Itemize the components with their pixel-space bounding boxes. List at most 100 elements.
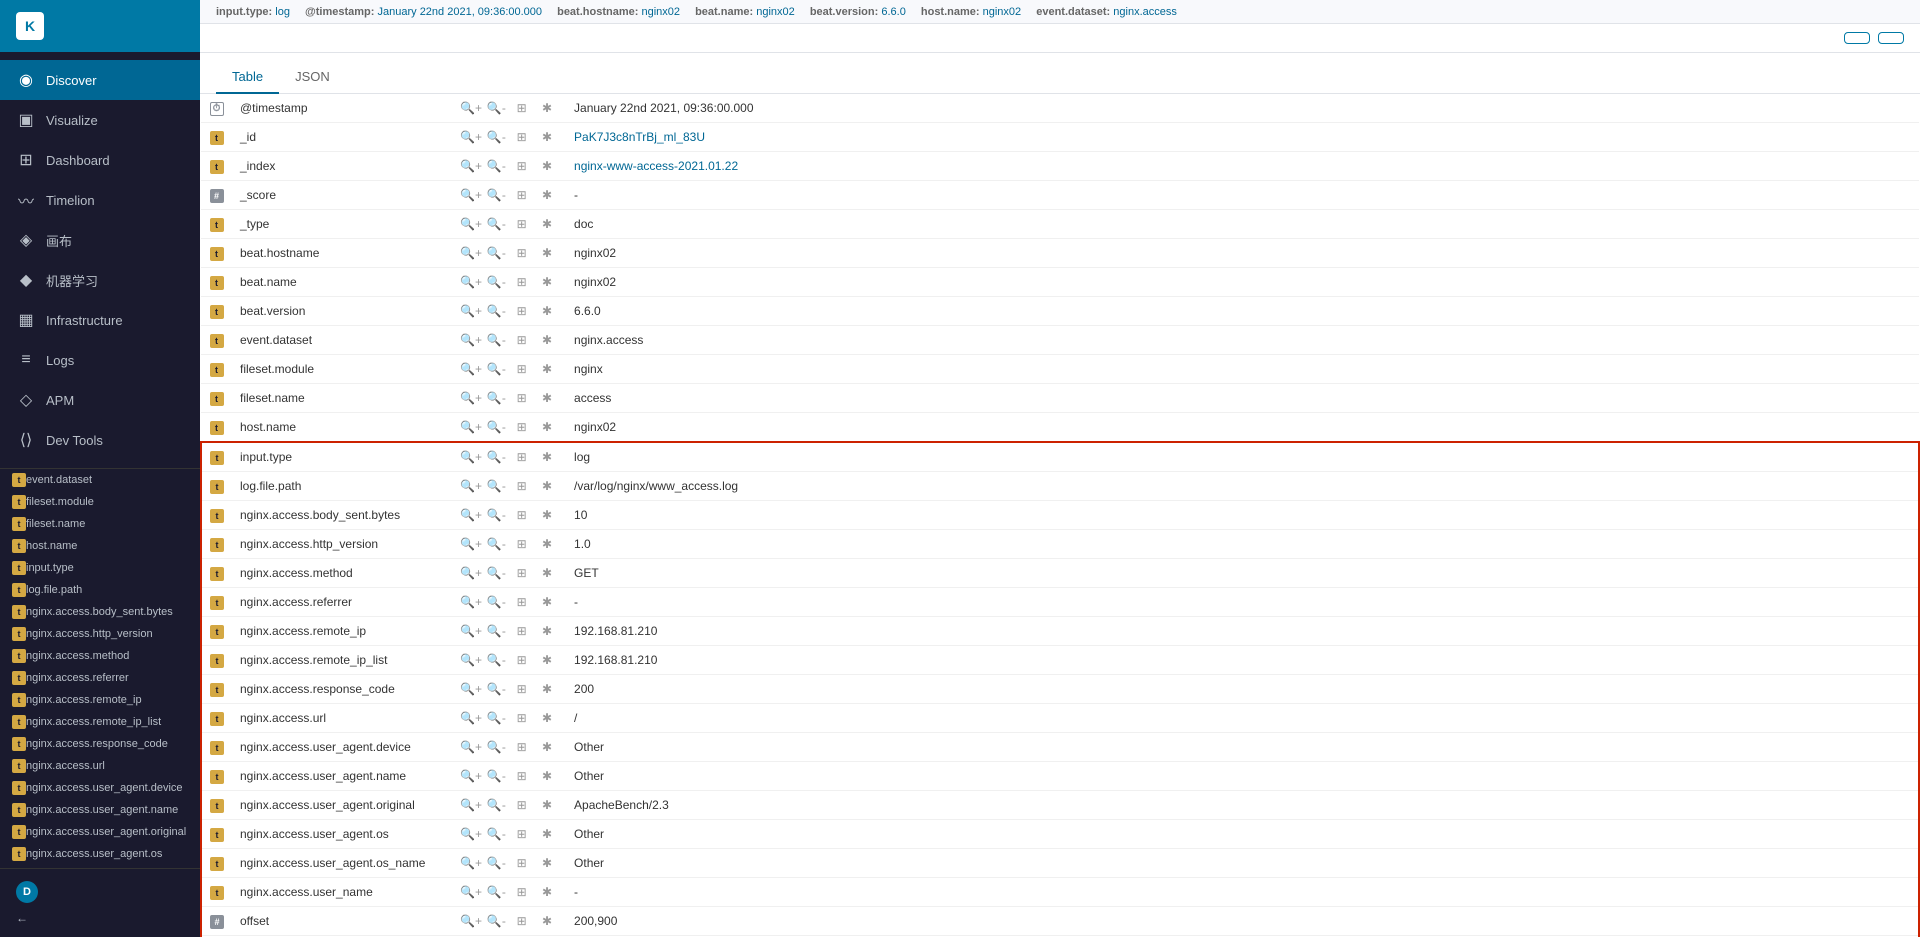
toggle-column-icon[interactable]: ⊞ [513,360,531,378]
sidebar-field-fileset-module[interactable]: tfileset.module [0,491,200,513]
magnify-minus-icon[interactable]: 🔍- [487,331,505,349]
magnify-minus-icon[interactable]: 🔍- [487,448,505,466]
filter-exists-icon[interactable]: ✱ [538,128,556,146]
magnify-plus-icon[interactable]: 🔍+ [462,506,480,524]
toggle-column-icon[interactable]: ⊞ [513,796,531,814]
toggle-column-icon[interactable]: ⊞ [513,273,531,291]
toggle-column-icon[interactable]: ⊞ [513,622,531,640]
magnify-plus-icon[interactable]: 🔍+ [462,302,480,320]
sidebar-item-infra[interactable]: ▦Infrastructure [0,300,200,340]
magnify-minus-icon[interactable]: 🔍- [487,767,505,785]
filter-exists-icon[interactable]: ✱ [538,331,556,349]
view-surrounding-button[interactable] [1844,32,1870,44]
magnify-minus-icon[interactable]: 🔍- [487,215,505,233]
toggle-column-icon[interactable]: ⊞ [513,157,531,175]
filter-exists-icon[interactable]: ✱ [538,157,556,175]
magnify-plus-icon[interactable]: 🔍+ [462,796,480,814]
magnify-plus-icon[interactable]: 🔍+ [462,331,480,349]
magnify-minus-icon[interactable]: 🔍- [487,506,505,524]
magnify-plus-icon[interactable]: 🔍+ [462,360,480,378]
sidebar-field-nginx-access-referrer[interactable]: tnginx.access.referrer [0,667,200,689]
toggle-column-icon[interactable]: ⊞ [513,186,531,204]
sidebar-field-nginx-access-remote_ip[interactable]: tnginx.access.remote_ip [0,689,200,711]
sidebar-item-canvas[interactable]: ◈画布 [0,220,200,260]
magnify-plus-icon[interactable]: 🔍+ [462,883,480,901]
magnify-minus-icon[interactable]: 🔍- [487,273,505,291]
magnify-minus-icon[interactable]: 🔍- [487,622,505,640]
magnify-minus-icon[interactable]: 🔍- [487,535,505,553]
magnify-minus-icon[interactable]: 🔍- [487,477,505,495]
filter-exists-icon[interactable]: ✱ [538,854,556,872]
magnify-minus-icon[interactable]: 🔍- [487,593,505,611]
toggle-column-icon[interactable]: ⊞ [513,331,531,349]
sidebar-field-log-file-path[interactable]: tlog.file.path [0,579,200,601]
magnify-plus-icon[interactable]: 🔍+ [462,680,480,698]
magnify-plus-icon[interactable]: 🔍+ [462,157,480,175]
magnify-minus-icon[interactable]: 🔍- [487,302,505,320]
magnify-plus-icon[interactable]: 🔍+ [462,912,480,930]
filter-exists-icon[interactable]: ✱ [538,273,556,291]
toggle-column-icon[interactable]: ⊞ [513,709,531,727]
sidebar-field-input-type[interactable]: tinput.type [0,557,200,579]
filter-exists-icon[interactable]: ✱ [538,651,556,669]
magnify-minus-icon[interactable]: 🔍- [487,564,505,582]
sidebar-item-discover[interactable]: ◉Discover [0,60,200,100]
toggle-column-icon[interactable]: ⊞ [513,651,531,669]
collapse-button[interactable]: ← [16,911,184,925]
filter-exists-icon[interactable]: ✱ [538,389,556,407]
magnify-minus-icon[interactable]: 🔍- [487,680,505,698]
sidebar-item-apm[interactable]: ◇APM [0,380,200,420]
magnify-plus-icon[interactable]: 🔍+ [462,477,480,495]
sidebar-item-monitoring[interactable]: ◎Monitoring [0,460,200,468]
magnify-plus-icon[interactable]: 🔍+ [462,215,480,233]
filter-exists-icon[interactable]: ✱ [538,99,556,117]
sidebar-item-ml[interactable]: ◆机器学习 [0,260,200,300]
toggle-column-icon[interactable]: ⊞ [513,389,531,407]
magnify-minus-icon[interactable]: 🔍- [487,738,505,756]
magnify-minus-icon[interactable]: 🔍- [487,912,505,930]
toggle-column-icon[interactable]: ⊞ [513,680,531,698]
sidebar-field-nginx-access-response_code[interactable]: tnginx.access.response_code [0,733,200,755]
magnify-minus-icon[interactable]: 🔍- [487,825,505,843]
filter-exists-icon[interactable]: ✱ [538,738,556,756]
magnify-plus-icon[interactable]: 🔍+ [462,622,480,640]
filter-exists-icon[interactable]: ✱ [538,912,556,930]
magnify-plus-icon[interactable]: 🔍+ [462,128,480,146]
magnify-minus-icon[interactable]: 🔍- [487,360,505,378]
filter-exists-icon[interactable]: ✱ [538,883,556,901]
filter-exists-icon[interactable]: ✱ [538,244,556,262]
sidebar-field-host-name[interactable]: thost.name [0,535,200,557]
filter-exists-icon[interactable]: ✱ [538,825,556,843]
toggle-column-icon[interactable]: ⊞ [513,215,531,233]
magnify-minus-icon[interactable]: 🔍- [487,854,505,872]
filter-exists-icon[interactable]: ✱ [538,767,556,785]
toggle-column-icon[interactable]: ⊞ [513,593,531,611]
magnify-minus-icon[interactable]: 🔍- [487,128,505,146]
toggle-column-icon[interactable]: ⊞ [513,448,531,466]
sidebar-field-nginx-access-body_sent-bytes[interactable]: tnginx.access.body_sent.bytes [0,601,200,623]
filter-exists-icon[interactable]: ✱ [538,535,556,553]
filter-exists-icon[interactable]: ✱ [538,186,556,204]
magnify-plus-icon[interactable]: 🔍+ [462,535,480,553]
toggle-column-icon[interactable]: ⊞ [513,477,531,495]
toggle-column-icon[interactable]: ⊞ [513,912,531,930]
magnify-minus-icon[interactable]: 🔍- [487,244,505,262]
filter-exists-icon[interactable]: ✱ [538,622,556,640]
magnify-plus-icon[interactable]: 🔍+ [462,389,480,407]
sidebar-field-nginx-access-url[interactable]: tnginx.access.url [0,755,200,777]
magnify-plus-icon[interactable]: 🔍+ [462,244,480,262]
magnify-plus-icon[interactable]: 🔍+ [462,738,480,756]
magnify-plus-icon[interactable]: 🔍+ [462,186,480,204]
magnify-plus-icon[interactable]: 🔍+ [462,767,480,785]
toggle-column-icon[interactable]: ⊞ [513,506,531,524]
toggle-column-icon[interactable]: ⊞ [513,244,531,262]
magnify-plus-icon[interactable]: 🔍+ [462,593,480,611]
sidebar-field-nginx-access-http_version[interactable]: tnginx.access.http_version [0,623,200,645]
sidebar-field-nginx-access-user_agent-name[interactable]: tnginx.access.user_agent.name [0,799,200,821]
sidebar-field-nginx-access-user_agent-os[interactable]: tnginx.access.user_agent.os [0,843,200,865]
magnify-minus-icon[interactable]: 🔍- [487,796,505,814]
tab-json[interactable]: JSON [279,61,346,94]
filter-exists-icon[interactable]: ✱ [538,418,556,436]
sidebar-field-event-dataset[interactable]: tevent.dataset [0,469,200,491]
filter-exists-icon[interactable]: ✱ [538,360,556,378]
